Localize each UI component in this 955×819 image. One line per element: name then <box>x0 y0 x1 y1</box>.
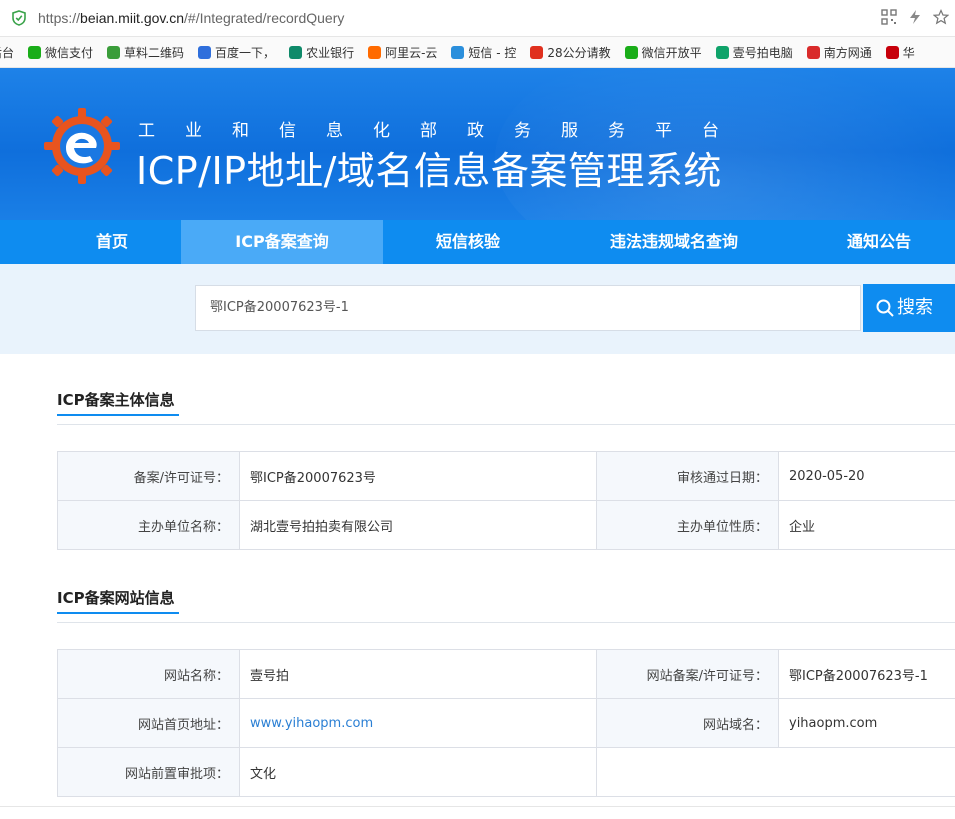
table-row: 网站名称： 壹号拍 网站备案/许可证号： 鄂ICP备20007623号-1 <box>57 649 955 699</box>
bookmark-favicon-icon <box>885 45 899 59</box>
star-icon[interactable] <box>932 9 950 25</box>
bookmark-label: 短信 - 控 <box>468 45 517 60</box>
bookmark-item[interactable]: 后台 <box>0 44 14 61</box>
nav-item-sms-verify[interactable]: 短信核验 <box>383 220 553 264</box>
bookmark-label: 华 <box>902 45 915 60</box>
url-host: beian.miit.gov.cn <box>80 10 185 26</box>
bookmark-favicon-icon <box>715 45 729 59</box>
bookmark-item[interactable]: 百度一下， <box>198 44 275 61</box>
label-site-name: 网站名称： <box>57 649 240 699</box>
bookmark-item[interactable]: 28公分请教 <box>530 44 611 61</box>
value-site-domain: yihaopm.com <box>778 698 955 748</box>
bookmark-item[interactable]: 短信 - 控 <box>451 44 516 61</box>
value-approval-date: 2020-05-20 <box>778 451 955 501</box>
secure-shield-icon <box>12 10 26 26</box>
subject-section-underline <box>57 414 179 416</box>
bookmark-favicon-icon <box>289 45 303 59</box>
bookmark-label: 壹号拍电脑 <box>732 45 793 60</box>
value-site-license: 鄂ICP备20007623号-1 <box>778 649 955 699</box>
bookmark-label: 阿里云-云 <box>385 45 438 60</box>
value-pre-approval: 文化 <box>239 747 597 797</box>
url-path: /#/Integrated/recordQuery <box>184 10 345 26</box>
bookmark-favicon-icon <box>806 45 820 59</box>
bookmark-favicon-icon <box>198 45 212 59</box>
bookmark-label: 草料二维码 <box>124 45 185 60</box>
bookmark-label: 28公分请教 <box>547 45 611 60</box>
bookmark-item[interactable]: 壹号拍电脑 <box>715 44 793 61</box>
platform-subtitle: 工业和信息化部政务服务平台 <box>138 121 749 141</box>
search-button[interactable]: 搜索 <box>863 284 955 332</box>
subject-section-title: ICP备案主体信息 <box>57 391 175 409</box>
bookmark-label: 后台 <box>0 45 15 60</box>
bookmark-item[interactable]: 阿里云-云 <box>368 44 437 61</box>
url-scheme: https:// <box>38 10 81 26</box>
url-text[interactable]: https://beian.miit.gov.cn/#/Integrated/r… <box>38 10 344 26</box>
bookmark-favicon-icon <box>28 45 42 59</box>
page-bottom-border <box>0 806 955 807</box>
section-divider <box>57 424 955 425</box>
website-section-title: ICP备案网站信息 <box>57 589 175 607</box>
bookmark-label: 微信支付 <box>45 45 94 60</box>
nav-item-icp-query[interactable]: ICP备案查询 <box>181 220 383 264</box>
subject-info-table: 备案/许可证号： 鄂ICP备20007623号 审核通过日期： 2020-05-… <box>57 451 955 550</box>
value-site-name: 壹号拍 <box>239 649 597 699</box>
value-organizer-name: 湖北壹号拍拍卖有限公司 <box>239 500 597 550</box>
bookmark-favicon-icon <box>107 45 121 59</box>
bookmark-item[interactable]: 华 <box>885 44 915 61</box>
table-row: 网站首页地址： www.yihaopm.com 网站域名： yihaopm.co… <box>57 698 955 748</box>
bookmark-favicon-icon <box>624 45 638 59</box>
bookmark-item[interactable]: 草料二维码 <box>107 44 184 61</box>
label-organizer-type: 主办单位性质： <box>596 500 779 550</box>
search-input[interactable]: 鄂ICP备20007623号-1 <box>195 285 861 331</box>
website-info-table: 网站名称： 壹号拍 网站备案/许可证号： 鄂ICP备20007623号-1 网站… <box>57 649 955 797</box>
main-nav: 首页 ICP备案查询 短信核验 违法违规域名查询 通知公告 <box>0 220 955 264</box>
label-license-number: 备案/许可证号： <box>57 451 240 501</box>
bookmark-label: 南方网通 <box>823 45 872 60</box>
bookmark-label: 农业银行 <box>306 45 355 60</box>
section-divider <box>57 622 955 623</box>
search-icon <box>876 299 894 317</box>
bookmark-label: 百度一下， <box>215 45 276 60</box>
value-organizer-type: 企业 <box>778 500 955 550</box>
website-section-underline <box>57 612 179 614</box>
lightning-icon[interactable] <box>907 9 923 25</box>
bookmark-item[interactable]: 微信开放平 <box>624 44 702 61</box>
bookmark-favicon-icon <box>451 45 465 59</box>
homepage-link[interactable]: www.yihaopm.com <box>239 698 597 748</box>
bookmark-item[interactable]: 农业银行 <box>289 44 354 61</box>
label-approval-date: 审核通过日期： <box>596 451 779 501</box>
address-bar[interactable]: https://beian.miit.gov.cn/#/Integrated/r… <box>0 0 955 37</box>
nav-item-illegal-domain-query[interactable]: 违法违规域名查询 <box>560 220 788 264</box>
table-row: 主办单位名称： 湖北壹号拍拍卖有限公司 主办单位性质： 企业 <box>57 500 955 550</box>
bookmarks-bar: 后台 微信支付 草料二维码 百度一下， 农业银行 阿里云-云 短信 - 控 28公分请教 微信开… <box>0 37 955 68</box>
nav-item-notices[interactable]: 通知公告 <box>800 220 955 264</box>
label-site-license: 网站备案/许可证号： <box>596 649 779 699</box>
system-title: ICP/IP地址/域名信息备案管理系统 <box>136 149 722 193</box>
bookmark-label: 微信开放平 <box>641 45 702 60</box>
bookmark-favicon-icon <box>530 45 544 59</box>
gear-logo-icon <box>44 108 120 184</box>
label-organizer-name: 主办单位名称： <box>57 500 240 550</box>
table-row: 网站前置审批项： 文化 <box>57 747 955 797</box>
search-button-label: 搜索 <box>897 297 933 318</box>
bookmark-item[interactable]: 微信支付 <box>28 44 93 61</box>
label-pre-approval: 网站前置审批项： <box>57 747 240 797</box>
qr-code-icon[interactable] <box>881 9 897 25</box>
value-license-number: 鄂ICP备20007623号 <box>239 451 597 501</box>
label-homepage-url: 网站首页地址： <box>57 698 240 748</box>
nav-item-home[interactable]: 首页 <box>42 220 182 264</box>
bookmark-favicon-icon <box>368 45 382 59</box>
table-row: 备案/许可证号： 鄂ICP备20007623号 审核通过日期： 2020-05-… <box>57 451 955 501</box>
header-banner: 工业和信息化部政务服务平台 ICP/IP地址/域名信息备案管理系统 <box>0 68 955 220</box>
bookmark-item[interactable]: 南方网通 <box>806 44 872 61</box>
label-site-domain: 网站域名： <box>596 698 779 748</box>
empty-cell <box>596 747 955 797</box>
